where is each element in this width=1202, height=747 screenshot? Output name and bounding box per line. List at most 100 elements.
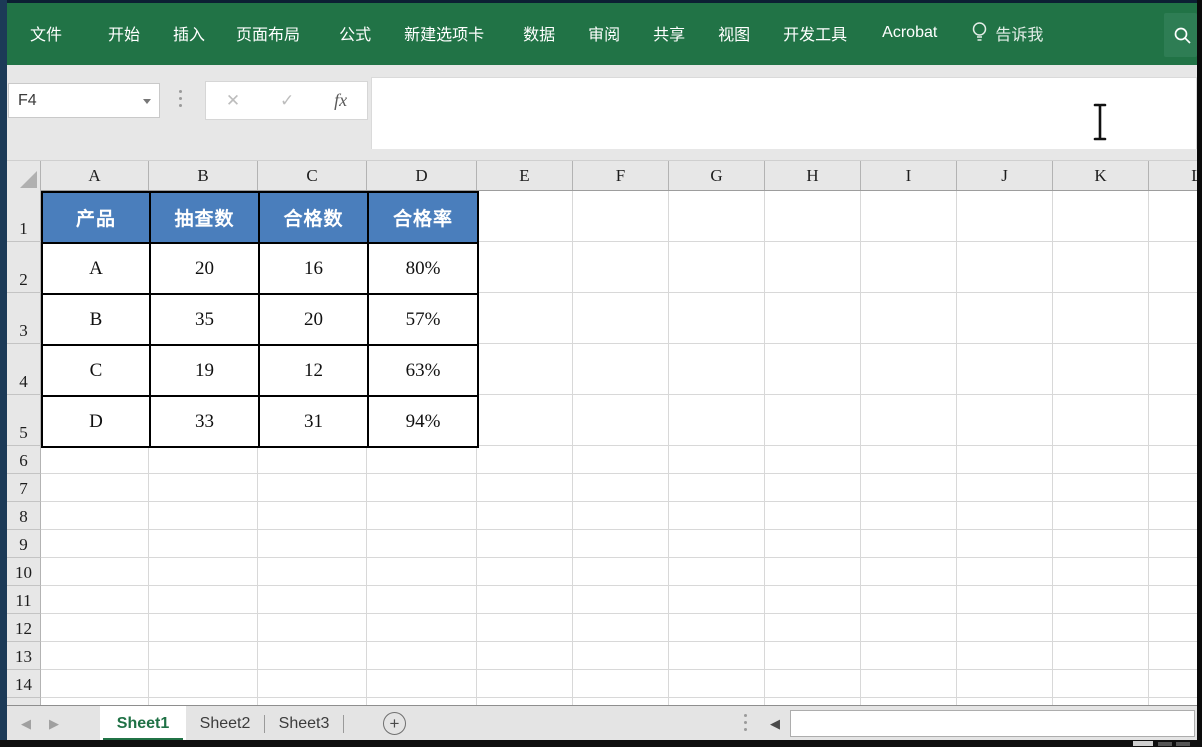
cell-G5[interactable] (669, 395, 765, 446)
cell-A12[interactable] (41, 614, 149, 642)
cell-K6[interactable] (1053, 446, 1149, 474)
sheet-tab-Sheet1[interactable]: Sheet1 (100, 706, 186, 741)
confirm-entry-icon[interactable]: ✓ (280, 91, 294, 111)
cell-L14[interactable] (1149, 670, 1197, 698)
cell-E11[interactable] (477, 586, 573, 614)
cell-I14[interactable] (861, 670, 957, 698)
add-sheet-button[interactable]: + (383, 712, 406, 735)
cell-I13[interactable] (861, 642, 957, 670)
table-header-cell[interactable]: 合格数 (260, 193, 369, 244)
cell-L1[interactable] (1149, 191, 1197, 242)
sheet-tab-Sheet3[interactable]: Sheet3 (265, 706, 343, 741)
cell-H1[interactable] (765, 191, 861, 242)
cell-B8[interactable] (149, 502, 258, 530)
cell-J11[interactable] (957, 586, 1053, 614)
cell-E2[interactable] (477, 242, 573, 293)
row-header-8[interactable]: 8 (7, 502, 41, 530)
column-header-D[interactable]: D (367, 161, 477, 190)
cell-K14[interactable] (1053, 670, 1149, 698)
cell-H3[interactable] (765, 293, 861, 344)
cell-A9[interactable] (41, 530, 149, 558)
cell-K4[interactable] (1053, 344, 1149, 395)
table-cell[interactable]: 63% (369, 346, 479, 397)
cell-K3[interactable] (1053, 293, 1149, 344)
sheet-nav-right-icon[interactable]: ▶ (49, 716, 59, 732)
cell-L4[interactable] (1149, 344, 1197, 395)
cell-J3[interactable] (957, 293, 1053, 344)
table-cell[interactable]: 20 (260, 295, 369, 346)
sheet-tab-Sheet2[interactable]: Sheet2 (186, 706, 264, 741)
cell-D13[interactable] (367, 642, 477, 670)
cell-K2[interactable] (1053, 242, 1149, 293)
ribbon-tab-10[interactable]: 视图 (718, 21, 750, 45)
table-cell[interactable]: 80% (369, 244, 479, 295)
cell-H7[interactable] (765, 474, 861, 502)
table-cell[interactable]: 19 (151, 346, 260, 397)
table-header-cell[interactable]: 合格率 (369, 193, 479, 244)
cell-J7[interactable] (957, 474, 1053, 502)
cell-J5[interactable] (957, 395, 1053, 446)
name-box-dropdown-icon[interactable] (143, 99, 151, 104)
cell-B12[interactable] (149, 614, 258, 642)
cell-I6[interactable] (861, 446, 957, 474)
cell-L11[interactable] (1149, 586, 1197, 614)
ribbon-tab-3[interactable]: 插入 (173, 21, 205, 45)
cell-E1[interactable] (477, 191, 573, 242)
column-header-C[interactable]: C (258, 161, 367, 190)
table-cell[interactable]: A (43, 244, 151, 295)
cell-F8[interactable] (573, 502, 669, 530)
cell-F6[interactable] (573, 446, 669, 474)
cell-H4[interactable] (765, 344, 861, 395)
cell-D9[interactable] (367, 530, 477, 558)
cell-F2[interactable] (573, 242, 669, 293)
cell-J10[interactable] (957, 558, 1053, 586)
horizontal-scrollbar-thumb[interactable] (790, 710, 1195, 737)
cell-C12[interactable] (258, 614, 367, 642)
cell-B7[interactable] (149, 474, 258, 502)
cell-A11[interactable] (41, 586, 149, 614)
cell-G13[interactable] (669, 642, 765, 670)
row-header-10[interactable]: 10 (7, 558, 41, 586)
table-header-cell[interactable]: 抽查数 (151, 193, 260, 244)
cell-G10[interactable] (669, 558, 765, 586)
cell-I9[interactable] (861, 530, 957, 558)
cell-I8[interactable] (861, 502, 957, 530)
cell-I2[interactable] (861, 242, 957, 293)
cell-J8[interactable] (957, 502, 1053, 530)
cell-D12[interactable] (367, 614, 477, 642)
table-cell[interactable]: 16 (260, 244, 369, 295)
cell-B13[interactable] (149, 642, 258, 670)
cell-G2[interactable] (669, 242, 765, 293)
cell-E6[interactable] (477, 446, 573, 474)
cell-L2[interactable] (1149, 242, 1197, 293)
row-header-14[interactable]: 14 (7, 670, 41, 698)
ribbon-tab-1[interactable]: 文件 (30, 21, 62, 45)
search-button[interactable] (1164, 13, 1197, 57)
formula-bar-divider-dots-icon[interactable] (179, 90, 182, 107)
row-header-11[interactable]: 11 (7, 586, 41, 614)
cell-H2[interactable] (765, 242, 861, 293)
cell-B6[interactable] (149, 446, 258, 474)
table-cell[interactable]: 20 (151, 244, 260, 295)
cell-G6[interactable] (669, 446, 765, 474)
table-cell[interactable]: 94% (369, 397, 479, 448)
cell-K1[interactable] (1053, 191, 1149, 242)
cell-A6[interactable] (41, 446, 149, 474)
ribbon-tab-12[interactable]: Acrobat (882, 24, 937, 42)
cell-B9[interactable] (149, 530, 258, 558)
column-header-I[interactable]: I (861, 161, 957, 190)
column-header-L[interactable]: L (1149, 161, 1197, 190)
cell-G3[interactable] (669, 293, 765, 344)
name-box[interactable]: F4 (8, 83, 160, 118)
insert-function-icon[interactable]: fx (334, 90, 347, 111)
cell-J4[interactable] (957, 344, 1053, 395)
ribbon-tab-5[interactable]: 公式 (339, 21, 371, 45)
cell-H8[interactable] (765, 502, 861, 530)
cell-F9[interactable] (573, 530, 669, 558)
cell-F13[interactable] (573, 642, 669, 670)
tell-me-button[interactable]: 告诉我 (971, 21, 1043, 45)
cell-C14[interactable] (258, 670, 367, 698)
column-header-H[interactable]: H (765, 161, 861, 190)
cell-H5[interactable] (765, 395, 861, 446)
cell-G14[interactable] (669, 670, 765, 698)
